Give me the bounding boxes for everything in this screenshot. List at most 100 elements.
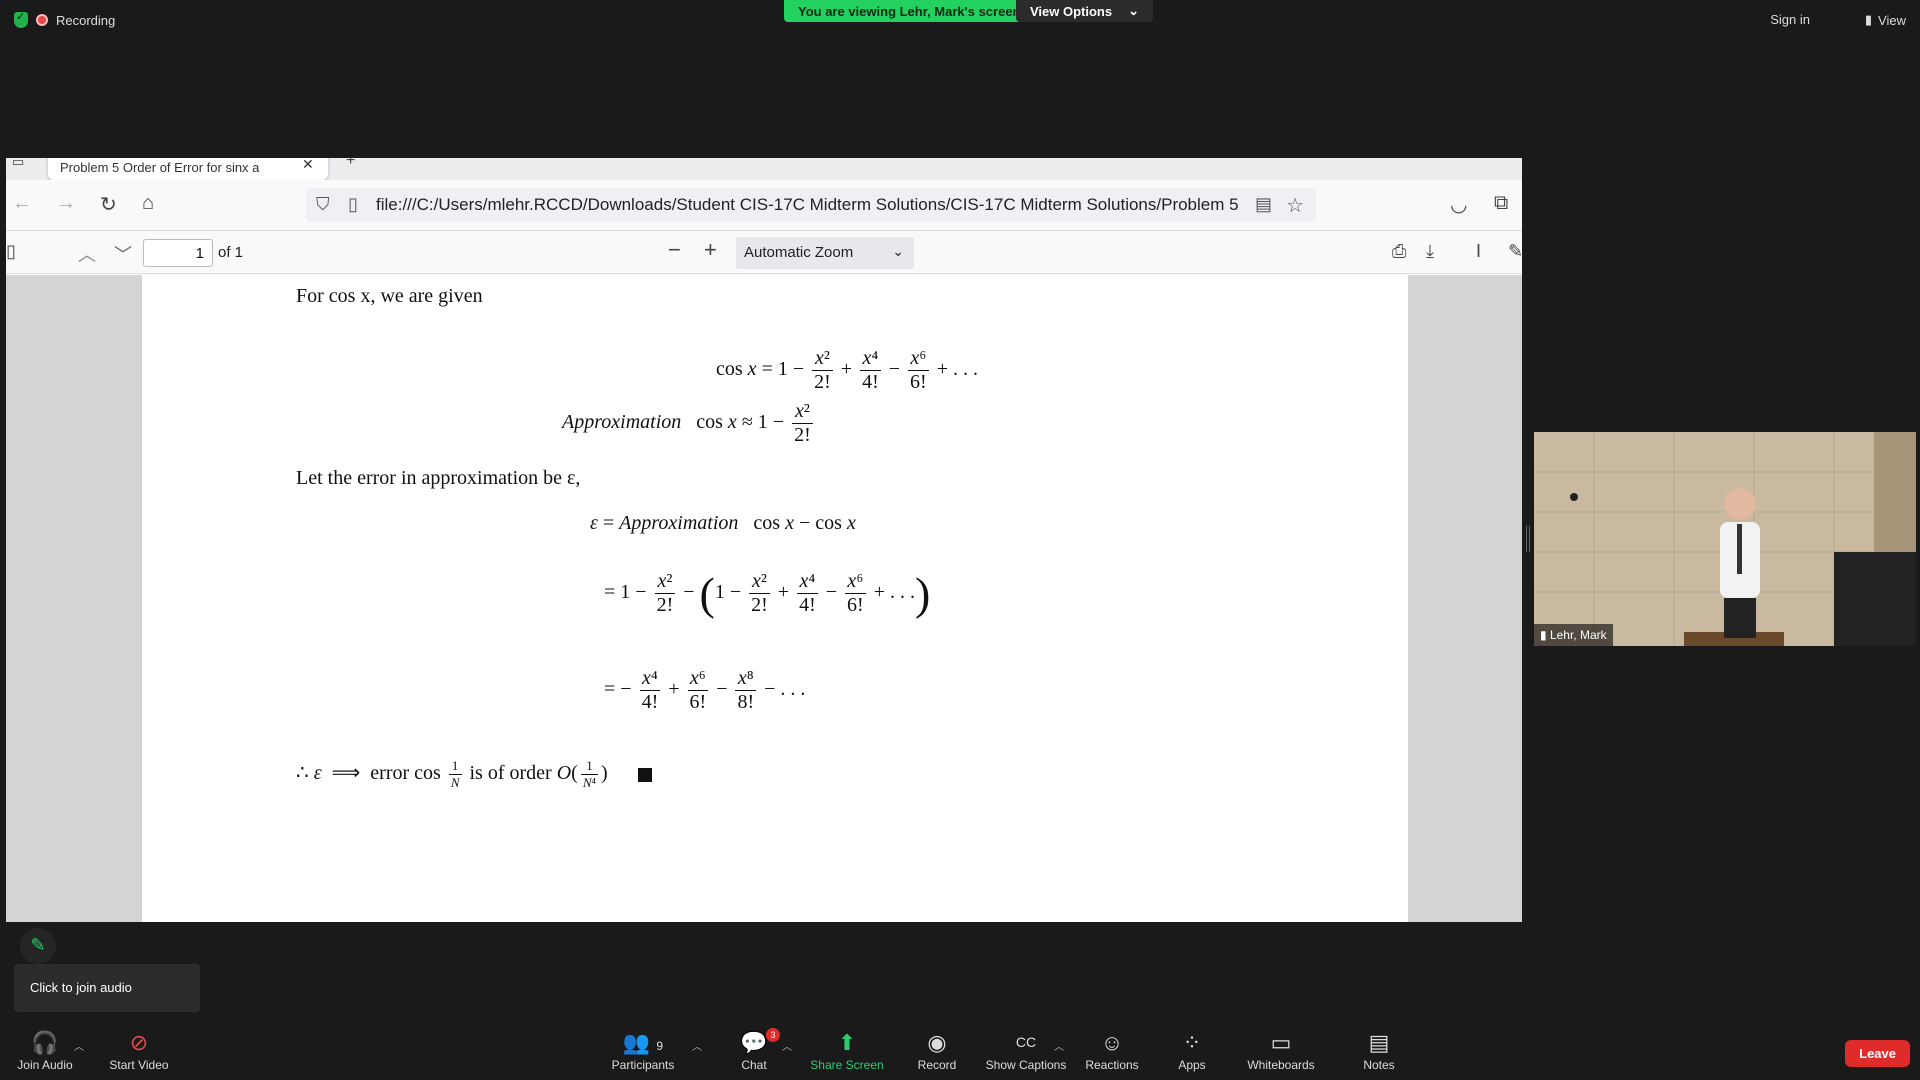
whiteboards-button[interactable]: ▭ Whiteboards bbox=[1244, 1030, 1318, 1072]
participants-caret-icon[interactable]: ︿ bbox=[692, 1038, 702, 1053]
panel-resize-handle[interactable] bbox=[1526, 526, 1530, 552]
view-options-label: View Options bbox=[1030, 3, 1113, 19]
video-off-icon: ⊘ bbox=[129, 1030, 149, 1055]
participants-button[interactable]: 👥 9 Participants bbox=[608, 1030, 678, 1072]
sidebar-toggle-icon[interactable]: ▭ bbox=[12, 158, 24, 170]
zoom-out-icon[interactable]: − bbox=[668, 237, 681, 263]
print-icon[interactable]: ⎙ bbox=[1392, 241, 1406, 262]
chevron-down-icon: ⌄ bbox=[1128, 3, 1140, 18]
zoom-select[interactable]: Automatic Zoom ⌄ bbox=[736, 237, 914, 269]
fraction: x⁴ 4! bbox=[860, 347, 881, 393]
sign-in-link[interactable]: Sign in bbox=[1770, 12, 1810, 27]
start-video-label: Start Video bbox=[109, 1058, 169, 1072]
video-feed bbox=[1534, 432, 1916, 646]
back-arrow-icon[interactable]: ← bbox=[12, 192, 32, 215]
fraction: x² 2! bbox=[749, 570, 770, 616]
shared-browser-window: ▭ Problem 5 Order of Error for sinx a ✕ … bbox=[6, 158, 1522, 922]
fraction: 1 N⁴ bbox=[580, 758, 599, 790]
notes-icon: ▤ bbox=[1368, 1030, 1390, 1055]
text-select-icon[interactable]: I bbox=[1476, 241, 1481, 262]
apps-icon: ⁘ bbox=[1182, 1030, 1202, 1055]
fraction: x⁴ 4! bbox=[639, 667, 661, 713]
extensions-icon[interactable]: ⧉ bbox=[1494, 192, 1508, 215]
start-video-button[interactable]: ⊘ Start Video bbox=[104, 1030, 174, 1072]
chat-caret-icon[interactable]: ︿ bbox=[782, 1038, 792, 1053]
page-number-input[interactable]: 1 bbox=[143, 239, 213, 267]
meeting-top-bar: Recording You are viewing Lehr, Mark's s… bbox=[0, 0, 1920, 40]
participants-count: 9 bbox=[656, 1039, 664, 1053]
tab-strip: ▭ Problem 5 Order of Error for sinx a ✕ … bbox=[6, 158, 1522, 180]
shield-icon: ⛉ bbox=[316, 194, 330, 214]
pdf-viewer[interactable]: For cos x, we are given cos x = 1 − x² 2!… bbox=[6, 275, 1522, 922]
pdf-sidebar-icon[interactable]: ▯ bbox=[6, 241, 16, 262]
chat-label: Chat bbox=[741, 1058, 767, 1072]
leave-button[interactable]: Leave bbox=[1845, 1040, 1910, 1067]
participants-label: Participants bbox=[611, 1058, 675, 1072]
recording-dot-icon bbox=[36, 14, 48, 26]
apps-button[interactable]: ⁘ Apps bbox=[1172, 1030, 1212, 1072]
annotate-pen-icon[interactable]: ✎ bbox=[20, 928, 56, 964]
participant-name: Lehr, Mark bbox=[1549, 628, 1607, 642]
url-text: file:///C:/Users/mlehr.RCCD/Downloads/St… bbox=[376, 195, 1239, 214]
share-screen-button[interactable]: ⬆ Share Screen bbox=[810, 1030, 884, 1072]
bookmark-star-icon[interactable]: ☆ bbox=[1286, 193, 1304, 218]
view-options-button[interactable]: View Options ⌄ bbox=[1016, 0, 1154, 22]
headphones-icon: 🎧 bbox=[31, 1030, 59, 1055]
pdf-toolbar: ▯ ︿ ﹀ 1 of 1 − + Automatic Zoom ⌄ ⎙ ⤓ I … bbox=[6, 230, 1522, 274]
approximation-label: Approximation bbox=[562, 411, 682, 434]
chat-icon: 💬 3 bbox=[734, 1028, 780, 1058]
record-label: Record bbox=[917, 1058, 957, 1072]
download-icon[interactable]: ⤓ bbox=[1426, 241, 1434, 262]
next-page-icon[interactable]: ﹀ bbox=[114, 241, 132, 267]
fraction: x² 2! bbox=[812, 347, 833, 393]
reader-view-icon[interactable]: ▤ bbox=[1255, 194, 1272, 215]
error-expansion-equation: = 1 − x² 2! − (1 − x² 2! + x⁴ 4! − x⁶ 6! + .… bbox=[604, 568, 931, 619]
share-screen-icon: ⬆ bbox=[837, 1030, 857, 1055]
previous-page-icon[interactable]: ︿ bbox=[78, 241, 96, 267]
view-button[interactable]: ▮ View bbox=[1865, 12, 1906, 28]
browser-tab[interactable]: Problem 5 Order of Error for sinx a bbox=[48, 158, 328, 180]
new-tab-icon[interactable]: + bbox=[346, 158, 355, 170]
fraction: x⁶ 6! bbox=[845, 570, 866, 616]
draw-icon[interactable]: ✎ bbox=[1508, 241, 1522, 262]
meeting-toolbar: 🎧 Join Audio ︿ ⊘ Start Video 👥 9 Partici… bbox=[0, 1020, 1920, 1080]
zoom-select-value: Automatic Zoom bbox=[744, 244, 854, 261]
fraction: x⁶ 6! bbox=[908, 347, 929, 393]
record-icon: ◉ bbox=[927, 1030, 947, 1055]
audio-options-caret-icon[interactable]: ︿ bbox=[74, 1038, 84, 1053]
qed-square-icon bbox=[637, 767, 652, 782]
error-definition-line: Let the error in approximation be ε, bbox=[296, 467, 581, 489]
participant-video-tile[interactable]: ▮ Lehr, Mark bbox=[1534, 432, 1916, 646]
fraction: 1N bbox=[448, 758, 462, 790]
notes-button[interactable]: ▤ Notes bbox=[1360, 1030, 1398, 1072]
close-tab-icon[interactable]: ✕ bbox=[302, 158, 314, 173]
pdf-page: For cos x, we are given cos x = 1 − x² 2!… bbox=[142, 275, 1408, 922]
pocket-icon[interactable]: ◡ bbox=[1450, 192, 1467, 217]
page-icon: ▯ bbox=[348, 194, 358, 214]
home-icon[interactable]: ⌂ bbox=[142, 192, 154, 215]
fraction: x⁶ 6! bbox=[687, 667, 709, 713]
forward-arrow-icon[interactable]: → bbox=[56, 192, 76, 215]
reload-icon[interactable]: ↻ bbox=[100, 192, 117, 217]
show-captions-label: Show Captions bbox=[985, 1058, 1067, 1072]
record-button[interactable]: ◉ Record bbox=[912, 1030, 962, 1072]
whiteboard-icon: ▭ bbox=[1270, 1030, 1292, 1055]
security-shield-icon[interactable] bbox=[14, 10, 28, 28]
chat-button[interactable]: 💬 3 Chat bbox=[734, 1028, 780, 1072]
signal-bars-icon: ▮ bbox=[1540, 628, 1547, 642]
recording-indicator: Recording bbox=[14, 10, 115, 28]
conclusion-text: error cos bbox=[370, 762, 441, 785]
notes-label: Notes bbox=[1363, 1058, 1395, 1072]
participants-icon: 👥 9 bbox=[622, 1030, 664, 1055]
error-result-equation: = − x⁴ 4! + x⁶ 6! − x⁸ 8! − . . . bbox=[604, 667, 806, 713]
captions-caret-icon[interactable]: ︿ bbox=[1054, 1038, 1064, 1053]
zoom-in-icon[interactable]: + bbox=[704, 237, 717, 263]
address-bar[interactable]: ⛉ ▯ file:///C:/Users/mlehr.RCCD/Download… bbox=[306, 188, 1316, 222]
approximation-label: Approximation bbox=[619, 512, 739, 534]
conclusion-line: ∴ ε ⟹ error cos 1N is of order O(1 N⁴) bbox=[296, 758, 652, 791]
fraction: x⁴ 4! bbox=[797, 570, 818, 616]
reactions-button[interactable]: ☺ Reactions bbox=[1084, 1030, 1140, 1072]
fraction: x⁸ 8! bbox=[735, 667, 757, 713]
chat-unread-badge: 3 bbox=[766, 1028, 780, 1042]
join-audio-button[interactable]: 🎧 Join Audio bbox=[14, 1030, 76, 1072]
